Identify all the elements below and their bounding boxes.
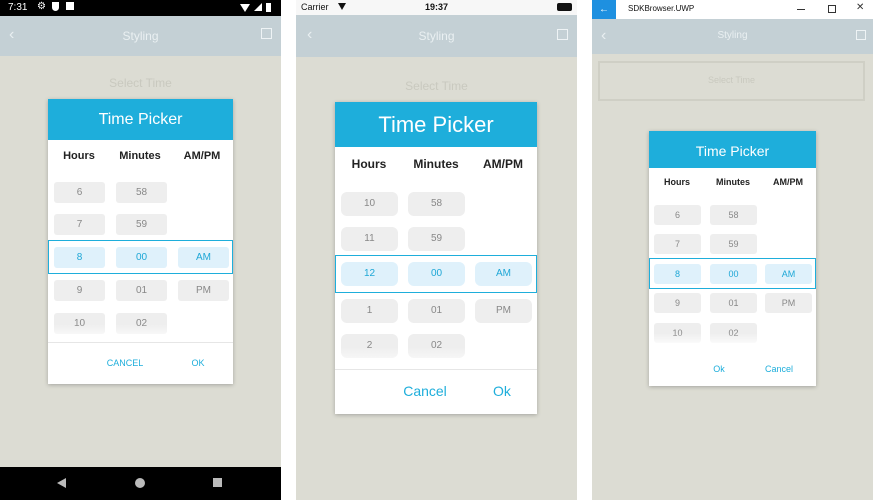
list-fade (335, 347, 537, 369)
ampm-item-selected[interactable]: AM (475, 262, 532, 286)
ampm-item-selected[interactable]: AM (178, 247, 229, 268)
nav-title: Styling (717, 30, 748, 41)
column-header-ampm: AM/PM (773, 177, 803, 187)
battery-icon (266, 3, 271, 12)
minute-item[interactable]: 58 (710, 205, 757, 225)
android-nav-bar (0, 467, 281, 500)
dialog-title: Time Picker (378, 112, 494, 137)
open-external-icon[interactable] (856, 30, 866, 40)
column-header-hours: Hours (63, 150, 95, 162)
minute-item[interactable]: 01 (710, 293, 757, 313)
uwp-window: ← SDKBrowser.UWP ✕ ‹ Styling Select Time… (592, 0, 873, 500)
hour-item-selected[interactable]: 12 (341, 262, 398, 286)
dialog-divider (48, 342, 233, 343)
ok-button[interactable]: Ok (704, 364, 734, 374)
wifi-icon (240, 4, 250, 12)
column-header-ampm: AM/PM (183, 150, 221, 162)
hour-item[interactable]: 10 (341, 192, 398, 216)
minute-item-selected[interactable]: 00 (116, 247, 167, 268)
select-time-button[interactable]: Select Time (0, 76, 281, 90)
back-triangle-icon[interactable] (57, 478, 66, 488)
minute-item[interactable]: 58 (408, 192, 465, 216)
hour-item-selected[interactable]: 8 (54, 247, 105, 268)
status-time: 19:37 (424, 2, 449, 12)
cancel-button[interactable]: CANCEL (100, 358, 150, 368)
time-picker-dialog: Time Picker Hours Minutes AM/PM 6 7 8 9 … (48, 99, 233, 384)
ampm-item[interactable]: PM (178, 280, 229, 301)
hour-item[interactable]: 6 (654, 205, 701, 225)
minute-item[interactable]: 01 (408, 299, 465, 323)
ios-status-bar: Carrier 19:37 (296, 0, 577, 15)
time-picker-dialog: Time Picker Hours Minutes AM/PM 6 7 8 9 … (649, 131, 816, 386)
window-title: SDKBrowser.UWP (628, 4, 695, 13)
nav-title: Styling (122, 29, 159, 43)
settings-icon: ⚙ (37, 1, 46, 12)
hour-item[interactable]: 9 (654, 293, 701, 313)
column-header-ampm: AM/PM (483, 157, 523, 171)
hour-item[interactable]: 7 (654, 234, 701, 254)
minute-item-selected[interactable]: 00 (710, 264, 757, 284)
ampm-item[interactable]: PM (475, 299, 532, 323)
column-header-minutes: Minutes (715, 177, 750, 187)
android-screen: 7:31 ⚙ ‹ Styling Select Time Time Picker… (0, 0, 281, 500)
minute-item[interactable]: 59 (710, 234, 757, 254)
minute-item[interactable]: 01 (116, 280, 167, 301)
dialog-title: Time Picker (695, 143, 770, 159)
dialog-title: Time Picker (98, 111, 183, 128)
cancel-button[interactable]: Cancel (395, 383, 455, 399)
nav-bar: ‹ Styling (296, 15, 577, 57)
nav-bar: ‹ Styling (0, 16, 281, 56)
column-header-hours: Hours (351, 157, 387, 171)
ampm-item-selected[interactable]: AM (765, 264, 812, 284)
ok-button[interactable]: Ok (485, 383, 519, 399)
minute-item[interactable]: 59 (408, 227, 465, 251)
column-header-minutes: Minutes (413, 157, 459, 171)
minimize-icon[interactable] (797, 9, 805, 10)
recents-square-icon[interactable] (213, 478, 222, 487)
column-header-hours: Hours (663, 177, 690, 187)
cancel-button[interactable]: Cancel (757, 364, 801, 374)
open-external-icon[interactable] (261, 28, 272, 39)
shield-icon (52, 2, 59, 11)
list-fade (649, 333, 816, 347)
dialog-header: Time Picker (48, 99, 233, 140)
close-icon[interactable]: ✕ (856, 2, 864, 13)
open-external-icon[interactable] (557, 29, 568, 40)
select-time-button[interactable]: Select Time (598, 61, 865, 101)
column-header-minutes: Minutes (119, 150, 161, 162)
nav-bar: ‹ Styling (592, 19, 873, 54)
minute-item[interactable]: 58 (116, 182, 167, 203)
hour-item[interactable]: 11 (341, 227, 398, 251)
signal-icon (254, 3, 262, 11)
hour-item[interactable]: 6 (54, 182, 105, 203)
hour-item-selected[interactable]: 8 (654, 264, 701, 284)
home-circle-icon[interactable] (135, 478, 145, 488)
dialog-divider (335, 369, 537, 370)
hour-item[interactable]: 7 (54, 214, 105, 235)
ampm-item[interactable]: PM (765, 293, 812, 313)
ok-button[interactable]: OK (183, 358, 213, 368)
dialog-header: Time Picker (649, 131, 816, 168)
notification-icon (66, 2, 74, 10)
select-time-button[interactable]: Select Time (296, 79, 577, 93)
hour-item[interactable]: 1 (341, 299, 398, 323)
status-time: 7:31 (8, 2, 28, 13)
select-time-label: Select Time (707, 75, 756, 85)
back-button[interactable]: ← (592, 0, 616, 19)
dialog-header: Time Picker (335, 102, 537, 147)
android-status-bar: 7:31 ⚙ (0, 0, 281, 16)
minute-item[interactable]: 59 (116, 214, 167, 235)
time-picker-dialog: Time Picker Hours Minutes AM/PM 10 11 12… (335, 102, 537, 414)
hour-item[interactable]: 9 (54, 280, 105, 301)
minute-item-selected[interactable]: 00 (408, 262, 465, 286)
uwp-title-bar: ← SDKBrowser.UWP ✕ (592, 0, 873, 19)
battery-icon (557, 3, 572, 11)
nav-title: Styling (418, 29, 455, 43)
list-fade (48, 324, 233, 342)
maximize-icon[interactable] (828, 5, 836, 13)
ios-screen: Carrier 19:37 ‹ Styling Select Time Time… (296, 0, 577, 500)
